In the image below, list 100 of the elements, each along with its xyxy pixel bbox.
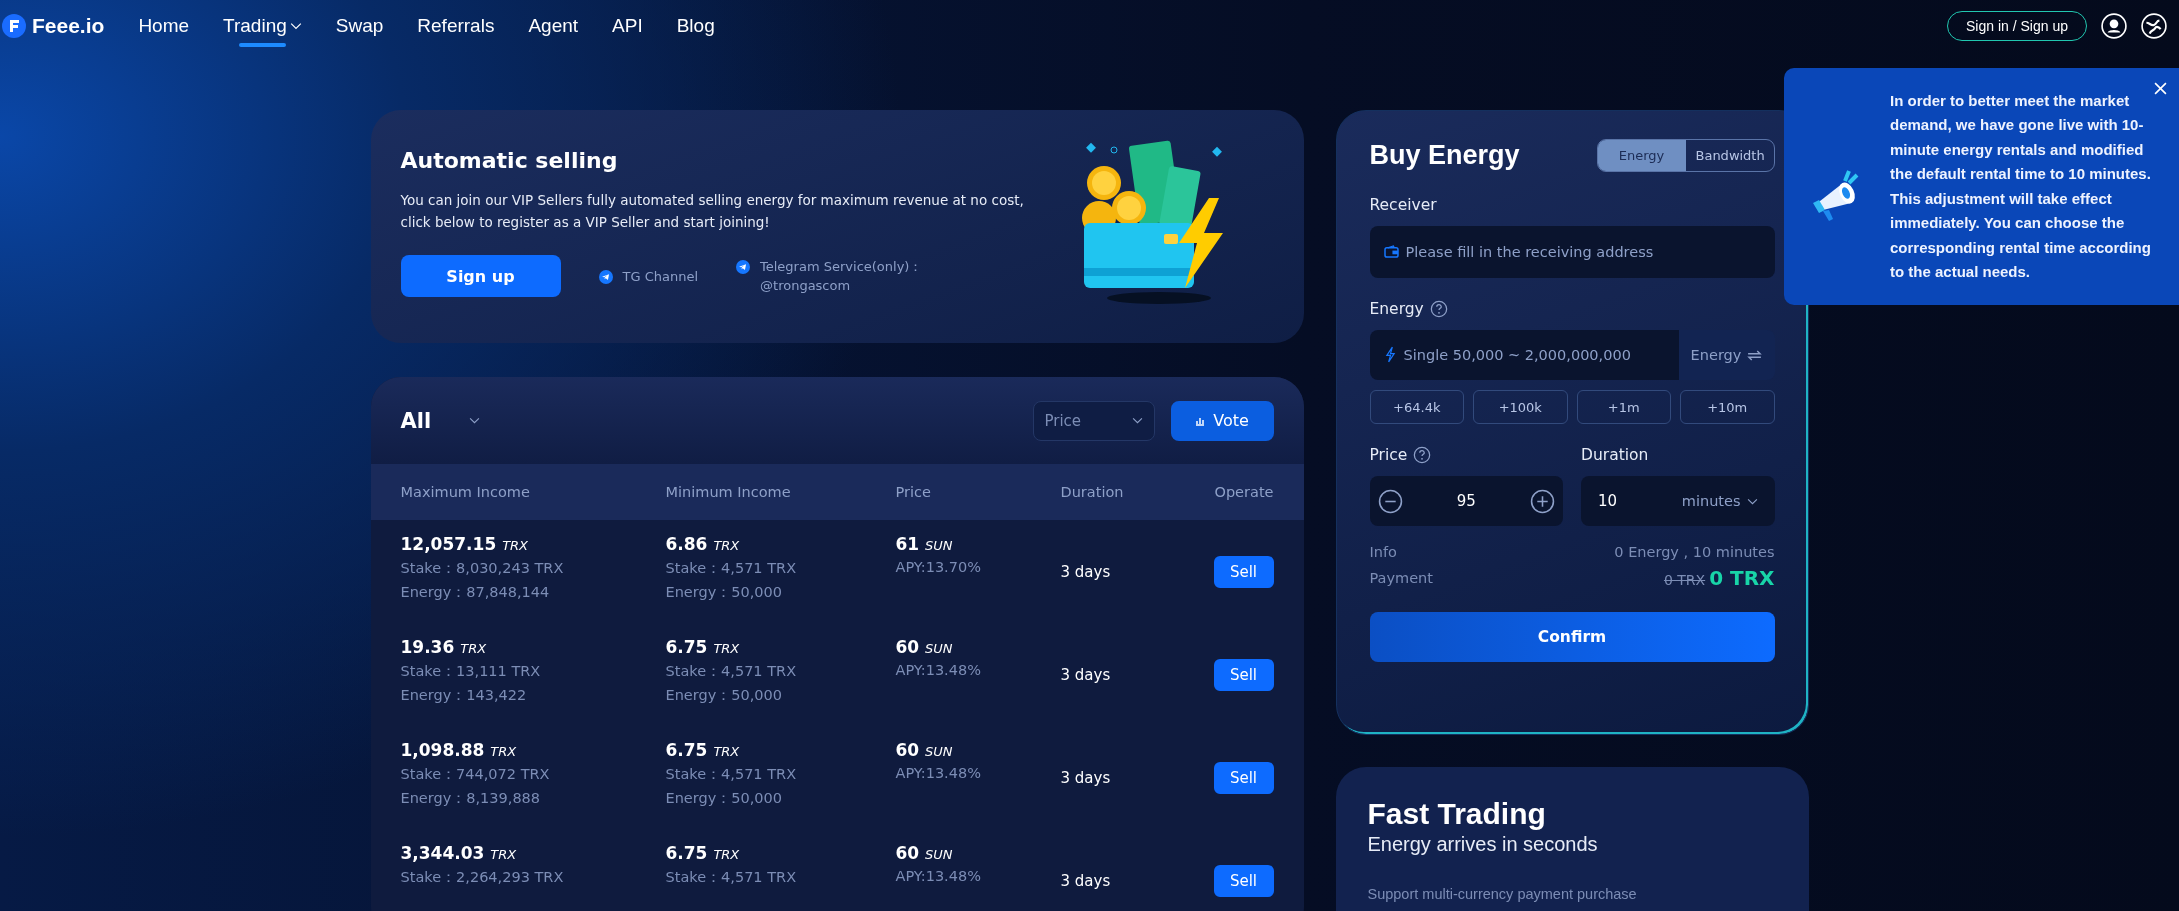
quick-amount-button[interactable]: +64.4k: [1369, 390, 1464, 424]
detail-text: Stake：2,264,293 TRX: [400, 868, 565, 887]
detail-text: APY:13.48%: [895, 765, 982, 781]
resource-tab[interactable]: Bandwidth: [1685, 140, 1774, 171]
detail-text: Energy：87,848,144: [400, 583, 551, 602]
nav-link[interactable]: Agent: [528, 1, 579, 51]
column-header: Duration: [1060, 484, 1125, 500]
amount-text: 6.75 TRX: [665, 843, 741, 863]
amount-text: 6.75 TRX: [665, 637, 741, 657]
column-header: Minimum Income: [665, 484, 792, 500]
detail-text: APY:13.70%: [895, 559, 982, 575]
bar-chart-icon: [1195, 415, 1206, 426]
column-header: Maximum Income: [400, 484, 531, 500]
price-value: 95: [1456, 492, 1476, 510]
detail-text: Energy：50,000: [665, 686, 783, 705]
nav-link[interactable]: Trading: [223, 1, 302, 51]
duration-text: 3 days: [1060, 768, 1112, 787]
unit-switch-button[interactable]: Energy: [1678, 330, 1775, 380]
telegram-link[interactable]: Telegram Service(only)： @trongascom: [736, 257, 923, 295]
telegram-link[interactable]: TG Channel: [598, 266, 699, 286]
close-icon[interactable]: [2154, 82, 2167, 95]
help-icon[interactable]: [1429, 300, 1448, 318]
info-label: Info: [1369, 544, 1397, 560]
amount-text: 3,344.03 TRX: [400, 843, 518, 863]
quick-amount-button[interactable]: +100k: [1473, 390, 1568, 424]
notice-text: In order to better meet the market demand, we have gone live with 10-minute energy rentals and modified the default rental time to 10 minutes. This adjustment will take effect immediately. You can choose the corresponding rental time according to the actual needs.: [1890, 90, 2152, 282]
card-title: Fast Trading: [1367, 797, 1547, 831]
vote-button[interactable]: Vote: [1170, 400, 1274, 441]
sign-up-button[interactable]: Sign up: [400, 255, 561, 297]
paper-plane-icon: [736, 260, 751, 274]
field-label: Receiver: [1369, 196, 1438, 214]
swap-arrows-icon: [1747, 349, 1763, 361]
amount-text: 12,057.15 TRX: [400, 534, 530, 554]
original-price: 0 TRX: [1663, 572, 1706, 588]
sell-button[interactable]: Sell: [1213, 761, 1274, 794]
feature-text: Support multi-currency payment purchase: [1367, 886, 1638, 902]
card-title: Automatic selling: [400, 148, 619, 173]
amount-text: 19.36 TRX: [400, 637, 488, 657]
payment-amount: 0 TRX: [1709, 566, 1775, 590]
card-description: You can join our VIP Sellers fully automated selling energy for maximum revenue at no cost, click below to register as a VIP Seller and start joining!: [400, 191, 1025, 232]
column-header: Price: [895, 484, 932, 500]
sell-button[interactable]: Sell: [1213, 658, 1274, 691]
caret-icon: [1746, 497, 1758, 505]
sell-button[interactable]: Sell: [1213, 555, 1274, 588]
energy-amount-field[interactable]: Single 50,000 ~ 2,000,000,000: [1369, 330, 1679, 380]
field-label: Duration: [1581, 446, 1649, 464]
logo-icon: [2, 14, 26, 38]
quick-amount-button[interactable]: +1m: [1576, 390, 1671, 424]
confirm-button[interactable]: Confirm: [1369, 612, 1775, 662]
duration-unit-dropdown[interactable]: minutes: [1681, 493, 1758, 509]
duration-text: 3 days: [1060, 665, 1112, 684]
detail-text: APY:13.48%: [895, 662, 982, 678]
duration-field[interactable]: 10 minutes: [1581, 476, 1775, 526]
amount-text: 60 SUN: [895, 843, 954, 863]
detail-text: Energy：143,422: [400, 686, 528, 705]
nav-link[interactable]: Referrals: [417, 1, 495, 51]
detail-text: Energy：8,139,888: [400, 789, 542, 808]
minus-icon[interactable]: [1377, 488, 1403, 514]
amount-text: 1,098.88 TRX: [400, 740, 518, 760]
brand-name: Feee.io: [32, 14, 105, 38]
duration-text: 3 days: [1060, 871, 1112, 890]
card-title: Buy Energy: [1369, 140, 1520, 171]
resource-tab[interactable]: Energy: [1597, 140, 1686, 171]
amount-text: 60 SUN: [895, 637, 954, 657]
sell-button[interactable]: Sell: [1213, 864, 1274, 897]
amount-text: 6.86 TRX: [665, 534, 741, 554]
filter-dropdown[interactable]: All: [400, 408, 481, 433]
amount-text: 61 SUN: [895, 534, 954, 554]
detail-text: APY:13.48%: [895, 868, 982, 884]
nav-link[interactable]: API: [612, 1, 643, 51]
field-label: Energy: [1369, 300, 1424, 318]
plus-icon[interactable]: [1530, 488, 1555, 514]
sort-select[interactable]: Price: [1032, 400, 1155, 441]
detail-text: Stake：4,571 TRX: [665, 559, 798, 578]
support-agent-icon[interactable]: [2101, 13, 2127, 39]
caret-icon: [1131, 417, 1143, 424]
quick-amount-button[interactable]: +10m: [1680, 390, 1775, 424]
amount-text: 60 SUN: [895, 740, 954, 760]
nav-link[interactable]: Home: [138, 1, 190, 51]
column-header: Operate: [1213, 484, 1274, 500]
price-stepper[interactable]: 95: [1369, 476, 1563, 526]
detail-text: Energy：50,000: [665, 583, 783, 602]
duration-text: 3 days: [1060, 562, 1112, 581]
nav-link[interactable]: Blog: [676, 1, 715, 51]
duration-value: 10: [1598, 492, 1618, 510]
info-value: 0 Energy , 10 minutes: [1614, 544, 1775, 560]
detail-text: Stake：4,571 TRX: [665, 765, 798, 784]
detail-text: Stake：13,111 TRX: [400, 662, 542, 681]
nav-link[interactable]: Swap: [335, 1, 384, 51]
field-label: Price: [1369, 446, 1408, 464]
receiver-field[interactable]: Please fill in the receiving address: [1369, 226, 1775, 278]
paper-plane-icon: [598, 269, 613, 284]
card-subtitle: Energy arrives in seconds: [1367, 833, 1599, 856]
detail-text: Stake：744,072 TRX: [400, 765, 551, 784]
detail-text: Stake：4,571 TRX: [665, 662, 798, 681]
detail-text: Stake：8,030,243 TRX: [400, 559, 565, 578]
help-icon[interactable]: [1413, 446, 1432, 464]
amount-text: 6.75 TRX: [665, 740, 741, 760]
detail-text: Stake：4,571 TRX: [665, 868, 798, 887]
detail-text: Energy：50,000: [665, 789, 783, 808]
